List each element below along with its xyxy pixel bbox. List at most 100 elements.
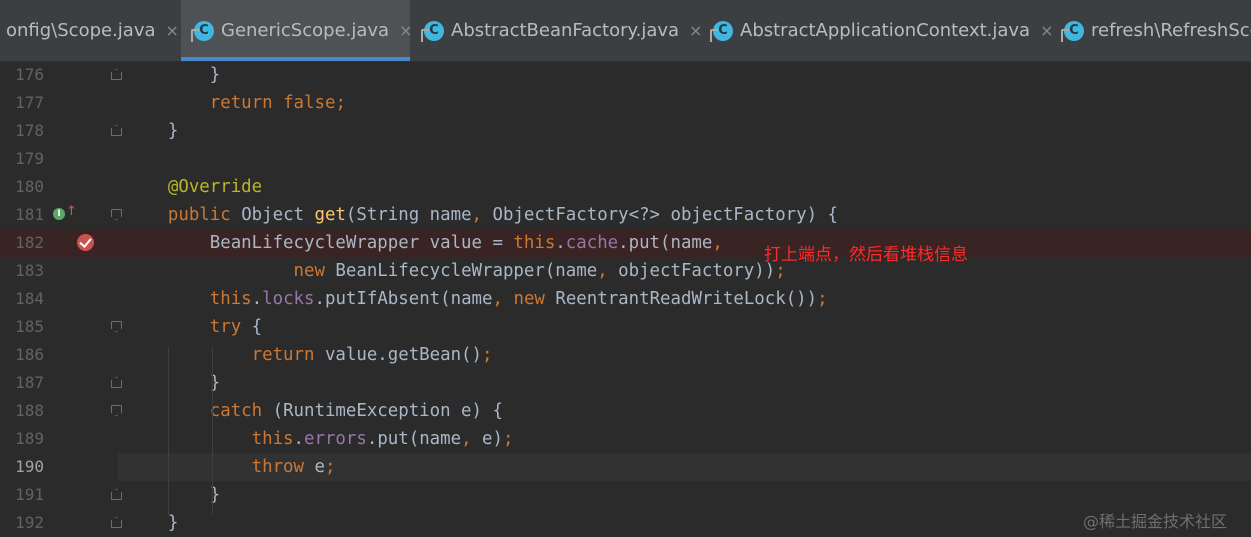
tab-generic-scope-java[interactable]: C GenericScope.java × bbox=[181, 0, 412, 61]
line-number[interactable]: 182 bbox=[0, 229, 44, 257]
code-line[interactable]: 180 @Override bbox=[0, 173, 1251, 201]
line-number[interactable]: 192 bbox=[0, 509, 44, 537]
close-icon[interactable]: × bbox=[689, 21, 702, 40]
line-number[interactable]: 178 bbox=[0, 117, 44, 145]
code-token: locks bbox=[262, 289, 315, 309]
code-text: public Object get(String name, ObjectFac… bbox=[126, 201, 838, 229]
line-number[interactable]: 181 bbox=[0, 201, 44, 229]
code-text: } bbox=[126, 481, 220, 509]
code-token: cache bbox=[565, 233, 619, 253]
code-line-background bbox=[118, 117, 1251, 145]
line-number[interactable]: 179 bbox=[0, 145, 44, 173]
tab-label: AbstractApplicationContext.java bbox=[740, 20, 1031, 41]
tab-label: AbstractBeanFactory.java bbox=[451, 20, 680, 41]
code-line[interactable]: 184 this.locks.putIfAbsent(name, new Ree… bbox=[0, 285, 1251, 313]
code-token: .put(name bbox=[618, 233, 713, 253]
code-text: new BeanLifecycleWrapper(name, objectFac… bbox=[126, 257, 786, 285]
code-text: this.errors.put(name, e); bbox=[126, 425, 514, 453]
code-token: , bbox=[712, 233, 723, 253]
indent-guide bbox=[168, 347, 169, 515]
tab-label: onfig\Scope.java bbox=[6, 20, 156, 41]
close-icon[interactable]: × bbox=[166, 21, 179, 40]
code-token: this bbox=[251, 429, 294, 449]
line-number[interactable]: 180 bbox=[0, 173, 44, 201]
watermark: @稀土掘金技术社区 bbox=[1083, 512, 1228, 531]
code-token: Object bbox=[230, 205, 315, 225]
line-number[interactable]: 184 bbox=[0, 285, 44, 313]
close-icon[interactable]: × bbox=[399, 21, 412, 40]
code-line[interactable]: 189 this.errors.put(name, e); bbox=[0, 425, 1251, 453]
code-text: BeanLifecycleWrapper value = this.cache.… bbox=[126, 229, 723, 257]
class-icon: C bbox=[421, 20, 444, 42]
code-line[interactable]: 178 } bbox=[0, 117, 1251, 145]
indent-guide bbox=[212, 347, 213, 515]
tab-abstract-bean-factory-java[interactable]: C AbstractBeanFactory.java × bbox=[421, 0, 704, 61]
tab-abstract-application-context-java[interactable]: C AbstractApplicationContext.java × bbox=[710, 0, 1054, 61]
tab-label: refresh\RefreshSco bbox=[1091, 20, 1251, 41]
code-token: } bbox=[126, 513, 179, 533]
code-line[interactable]: 179 bbox=[0, 145, 1251, 173]
code-token: ; bbox=[817, 289, 828, 309]
tab-scope-java[interactable]: onfig\Scope.java × bbox=[6, 0, 181, 61]
code-text: return false; bbox=[126, 89, 346, 117]
code-token: return bbox=[209, 93, 273, 113]
code-line[interactable]: 177 return false; bbox=[0, 89, 1251, 117]
editor-tab-bar: onfig\Scope.java × C GenericScope.java ×… bbox=[0, 0, 1251, 62]
code-line[interactable]: 187 } bbox=[0, 369, 1251, 397]
line-number[interactable]: 190 bbox=[0, 453, 44, 481]
code-text: } bbox=[126, 369, 220, 397]
code-text: } bbox=[126, 117, 178, 145]
code-line-background bbox=[118, 173, 1251, 201]
line-number[interactable]: 191 bbox=[0, 481, 44, 509]
code-text: throw e; bbox=[126, 453, 336, 481]
implements-method-icon[interactable]: I bbox=[53, 208, 65, 220]
code-line-background bbox=[118, 369, 1251, 397]
tab-refresh-scope-java[interactable]: C refresh\RefreshSco bbox=[1061, 0, 1251, 61]
code-line[interactable]: 186 return value.getBean(); bbox=[0, 341, 1251, 369]
code-token: } bbox=[126, 373, 221, 393]
code-token: ; bbox=[502, 429, 514, 449]
line-number[interactable]: 187 bbox=[0, 369, 44, 397]
code-line[interactable]: 185 try { bbox=[0, 313, 1251, 341]
line-number[interactable]: 177 bbox=[0, 89, 44, 117]
code-line[interactable]: 192 } bbox=[0, 509, 1251, 537]
code-token: { bbox=[241, 317, 263, 337]
code-editor[interactable]: 176 } 177 return false; 178 } 179 180 @Overr… bbox=[0, 61, 1251, 537]
code-line[interactable]: 191 } bbox=[0, 481, 1251, 509]
code-line-background bbox=[118, 481, 1251, 509]
code-line[interactable]: 183 new BeanLifecycleWrapper(name, objec… bbox=[0, 257, 1251, 285]
code-text: @Override bbox=[126, 173, 262, 201]
code-token: false bbox=[283, 93, 336, 113]
code-token: , bbox=[471, 205, 483, 225]
close-icon[interactable]: × bbox=[1040, 21, 1053, 40]
breakpoint-icon[interactable] bbox=[77, 234, 94, 251]
line-number[interactable]: 176 bbox=[0, 61, 44, 89]
code-token: objectFactory)) bbox=[607, 261, 776, 281]
code-line[interactable]: 188 catch (RuntimeException e) { bbox=[0, 397, 1251, 425]
code-text: } bbox=[126, 509, 178, 537]
code-text: try { bbox=[126, 313, 262, 341]
line-number[interactable]: 186 bbox=[0, 341, 44, 369]
code-text: } bbox=[126, 61, 220, 89]
code-line[interactable]: 182 BeanLifecycleWrapper value = this.ca… bbox=[0, 229, 1251, 257]
code-token: this bbox=[209, 289, 252, 309]
code-token: e) bbox=[471, 429, 503, 449]
code-token: .put(name bbox=[366, 429, 462, 449]
code-token: public bbox=[167, 205, 231, 225]
line-number[interactable]: 188 bbox=[0, 397, 44, 425]
line-number[interactable]: 183 bbox=[0, 257, 44, 285]
code-line[interactable]: 181 I ↑ public Object get(String name, Obj… bbox=[0, 201, 1251, 229]
code-token: get bbox=[314, 205, 346, 225]
up-arrow-icon: ↑ bbox=[66, 204, 77, 219]
line-number[interactable]: 185 bbox=[0, 313, 44, 341]
code-line[interactable]: 190 throw e; bbox=[0, 453, 1251, 481]
code-token: this bbox=[513, 233, 556, 253]
line-number[interactable]: 189 bbox=[0, 425, 44, 453]
code-line[interactable]: 176 } bbox=[0, 61, 1251, 89]
code-token: (RuntimeException e) { bbox=[262, 401, 503, 421]
